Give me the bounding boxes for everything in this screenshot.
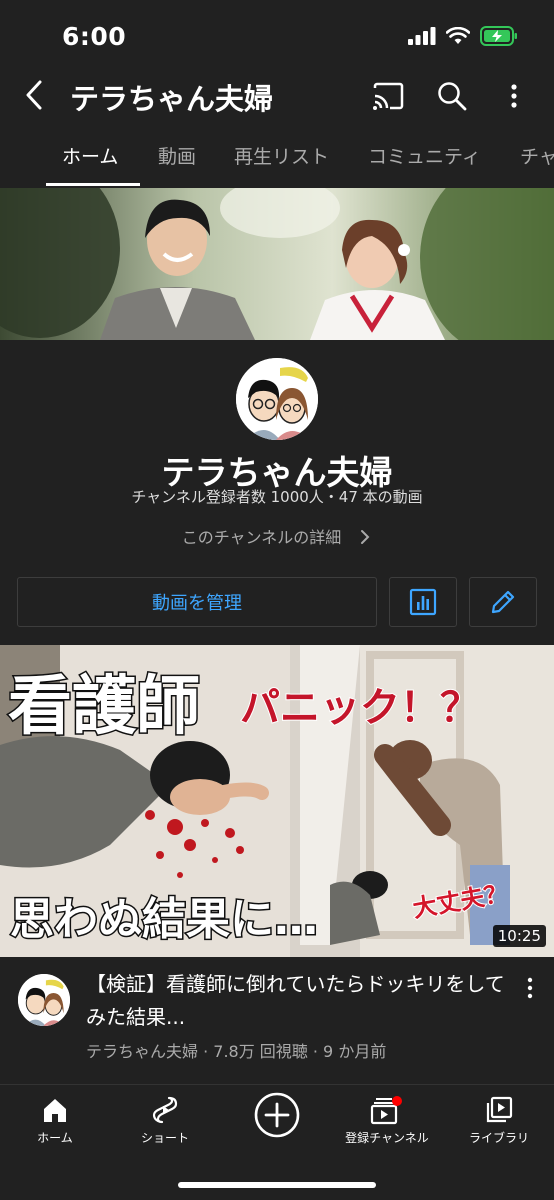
manage-videos-button[interactable]: 動画を管理: [17, 577, 377, 627]
library-icon: [486, 1096, 513, 1123]
back-icon[interactable]: [18, 76, 52, 114]
video-meta: テラちゃん夫婦 · 7.8万 回視聴 · 9 か月前: [86, 1042, 387, 1061]
tab-home[interactable]: ホーム: [62, 142, 118, 169]
nav-home[interactable]: ホーム: [0, 1095, 110, 1146]
nav-subscriptions[interactable]: 登録チャンネル: [332, 1095, 442, 1146]
tab-community[interactable]: コミュニティ: [368, 142, 481, 169]
wifi-icon: [446, 27, 470, 44]
tab-playlists[interactable]: 再生リスト: [234, 142, 329, 169]
channel-banner: [0, 188, 554, 340]
nav-library-label: ライブラリ: [468, 1131, 529, 1145]
analytics-button[interactable]: [389, 577, 457, 627]
home-icon: [44, 1099, 66, 1122]
battery-charging-icon: [480, 26, 517, 46]
video-title[interactable]: 【検証】看護師に倒れていたらドッキリをしてみた結果...: [86, 968, 506, 1034]
cellular-signal-icon: [408, 27, 436, 45]
shorts-icon: [152, 1096, 178, 1124]
more-vert-icon[interactable]: [496, 78, 532, 114]
channel-tabs: ホーム 動画 再生リスト コミュニティ チャ: [0, 128, 554, 188]
analytics-icon: [409, 588, 437, 616]
channel-details-link[interactable]: このチャンネルの詳細: [0, 524, 554, 548]
edit-channel-button[interactable]: [469, 577, 537, 627]
channel-details-label: このチャンネルの詳細: [181, 528, 342, 547]
nav-create[interactable]: [222, 1091, 332, 1139]
subscriptions-icon: [370, 1096, 402, 1125]
status-bar: 6:00: [0, 0, 554, 70]
cast-icon[interactable]: [370, 78, 406, 114]
banner-image: [0, 188, 554, 340]
thumbnail-caption-nurse: 看護師: [7, 669, 202, 746]
nav-library[interactable]: ライブラリ: [444, 1095, 554, 1146]
search-icon[interactable]: [434, 78, 470, 114]
video-duration: 10:25: [492, 925, 546, 947]
home-indicator: [178, 1182, 376, 1188]
create-icon: [254, 1092, 300, 1138]
tab-videos[interactable]: 動画: [158, 142, 196, 169]
nav-shorts-label: ショート: [140, 1131, 189, 1145]
avatar-illustration: [236, 358, 318, 440]
channel-stats: チャンネル登録者数 1000人・47 本の動画: [131, 488, 423, 506]
nav-subscriptions-label: 登録チャンネル: [345, 1131, 429, 1145]
manage-videos-label: 動画を管理: [152, 593, 242, 614]
active-tab-indicator: [46, 183, 140, 186]
chevron-right-icon: [361, 530, 370, 544]
video-channel-avatar[interactable]: [18, 974, 70, 1026]
thumbnail-caption-result: 思わぬ結果に…: [9, 893, 320, 947]
page-title: テラちゃん夫婦: [70, 82, 274, 116]
tab-channels[interactable]: チャ: [520, 142, 554, 169]
status-icons: [408, 26, 518, 46]
avatar-illustration: [18, 974, 70, 1026]
channel-avatar[interactable]: [236, 358, 318, 440]
channel-header: テラちゃん夫婦: [0, 70, 554, 120]
video-thumbnail[interactable]: 看護師 パニック！？ 思わぬ結果に… 大丈夫？ 10:25: [0, 645, 554, 957]
video-more-icon[interactable]: [518, 974, 542, 1004]
nav-shorts[interactable]: ショート: [110, 1095, 220, 1146]
status-time: 6:00: [62, 22, 127, 51]
thumbnail-caption-panic: パニック！？: [239, 684, 481, 732]
nav-home-label: ホーム: [37, 1131, 73, 1145]
edit-pencil-icon: [491, 590, 515, 614]
